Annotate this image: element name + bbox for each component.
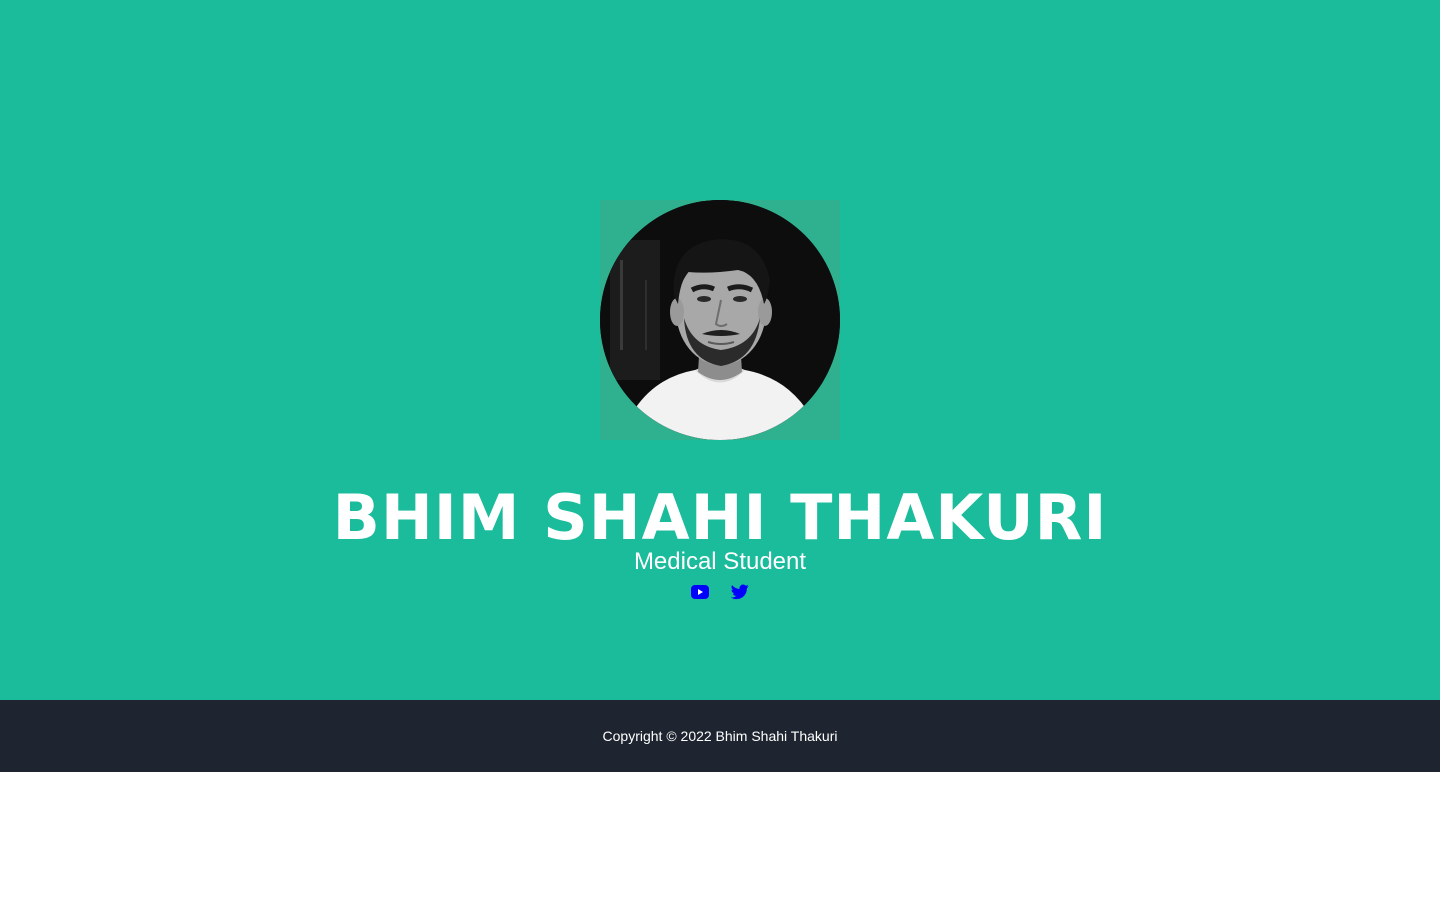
avatar (600, 200, 840, 440)
youtube-icon (691, 585, 709, 599)
avatar-frame (600, 200, 840, 440)
hero-section: BHIM SHAHI THAKURI Medical Student (0, 0, 1440, 700)
twitter-icon (731, 584, 749, 600)
twitter-link[interactable] (731, 580, 749, 604)
copyright-text: Copyright © 2022 Bhim Shahi Thakuri (602, 728, 838, 744)
profile-photo (600, 200, 840, 440)
youtube-link[interactable] (691, 580, 709, 604)
social-links (0, 580, 1440, 604)
footer: Copyright © 2022 Bhim Shahi Thakuri (0, 700, 1440, 772)
profile-role: Medical Student (633, 548, 807, 575)
